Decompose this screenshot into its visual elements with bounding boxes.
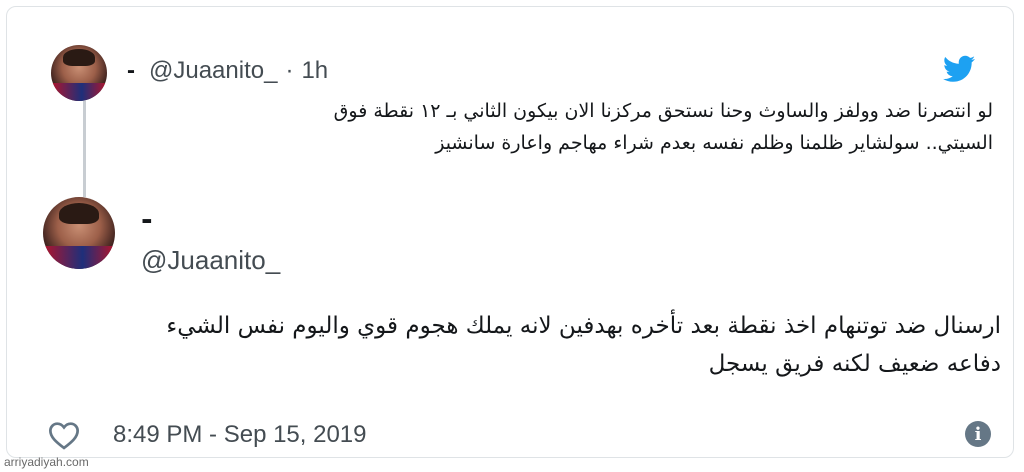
quoted-display-name[interactable]: - <box>127 57 135 85</box>
tweet-text-line: دفاعه ضعيف لكنه فريق يسجل <box>708 351 1001 377</box>
quoted-tweet-text: لو انتصرنا ضد وولفز والساوث وحنا نستحق م… <box>193 95 993 159</box>
author-handle[interactable]: @Juaanito_ <box>141 245 280 276</box>
quoted-avatar[interactable] <box>51 45 107 101</box>
quoted-time[interactable]: 1h <box>301 57 328 85</box>
twitter-icon[interactable] <box>943 55 975 83</box>
site-watermark: arriyadiyah.com <box>4 455 89 469</box>
tweet-footer: 8:49 PM - Sep 15, 2019 i <box>47 417 997 453</box>
tweet-card: - @Juaanito_ · 1h لو انتصرنا ضد وولفز وا… <box>6 6 1014 458</box>
info-icon[interactable]: i <box>965 421 991 447</box>
author-display-name[interactable]: - <box>141 203 153 236</box>
tweet-timestamp[interactable]: 8:49 PM - Sep 15, 2019 <box>113 421 367 449</box>
quoted-text-line: لو انتصرنا ضد وولفز والساوث وحنا نستحق م… <box>333 100 993 122</box>
tweet-text-line: ارسنال ضد توتنهام اخذ نقطة بعد تأخره بهد… <box>166 313 1001 339</box>
quoted-header: - @Juaanito_ · 1h <box>127 57 328 85</box>
quoted-text-line: السيتي.. سولشاير ظلمنا وظلم نفسه بعدم شر… <box>435 132 993 154</box>
quoted-separator: · <box>285 57 294 84</box>
tweet-text: ارسنال ضد توتنهام اخذ نقطة بعد تأخره بهد… <box>61 307 1001 383</box>
heart-icon[interactable] <box>47 420 81 450</box>
quoted-handle[interactable]: @Juaanito_ <box>149 57 277 85</box>
author-avatar[interactable] <box>43 197 115 269</box>
thread-connector-line <box>83 101 86 197</box>
